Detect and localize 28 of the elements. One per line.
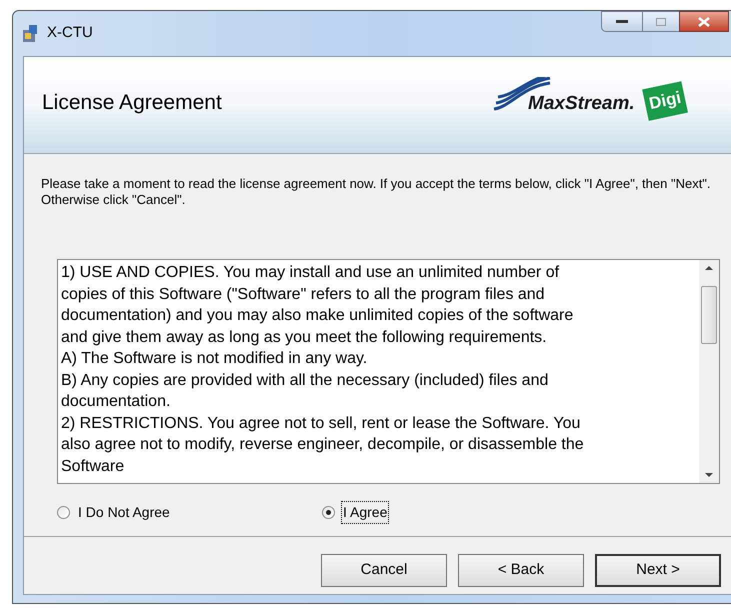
logo-badge: Digi bbox=[642, 80, 688, 120]
license-line: and give them away as long as you meet the following requirements. bbox=[61, 328, 548, 348]
license-line: Software bbox=[61, 456, 126, 476]
close-icon bbox=[698, 16, 710, 26]
license-line: B) Any copies are provided with all the necessary (included) files and bbox=[61, 370, 550, 390]
close-button[interactable] bbox=[679, 11, 729, 32]
window-title: X-CTU bbox=[47, 23, 93, 44]
license-line: also agree not to modify, reverse engineer, decompile, or disassemble the bbox=[61, 435, 585, 455]
back-button[interactable]: < Back bbox=[458, 554, 584, 587]
minimize-button[interactable] bbox=[601, 11, 643, 32]
radio-label[interactable]: I Do Not Agree bbox=[76, 500, 172, 524]
license-line: documentation. bbox=[61, 392, 172, 412]
logo-text: MaxStream. bbox=[528, 92, 635, 116]
maximize-button[interactable] bbox=[643, 11, 679, 32]
license-line: 1) USE AND COPIES. You may install and use an unlimited number of bbox=[61, 263, 560, 283]
scroll-thumb[interactable] bbox=[701, 286, 717, 344]
license-line: 2) RESTRICTIONS. You agree not to sell, rent or lease the Software. You bbox=[61, 414, 582, 434]
cancel-button[interactable]: Cancel bbox=[321, 554, 447, 587]
instructions-text: Please take a moment to read the license agreement now. If you accept the terms below, click "I Agree", then "Next". Otherwise click "Cancel". bbox=[41, 176, 711, 208]
radio-button[interactable] bbox=[322, 506, 335, 518]
next-button[interactable]: Next > bbox=[595, 554, 721, 587]
radio-button[interactable] bbox=[57, 506, 70, 518]
page-title: License Agreement bbox=[42, 90, 222, 116]
license-line: copies of this Software ("Software" refers to all the program files and bbox=[61, 284, 546, 304]
license-line: documentation) and you may also make unlimited copies of the software bbox=[61, 306, 574, 326]
license-line: A) The Software is not modified in any way. bbox=[61, 349, 368, 369]
scrollbar[interactable] bbox=[699, 260, 719, 483]
radio-label[interactable]: I Agree bbox=[341, 500, 390, 524]
